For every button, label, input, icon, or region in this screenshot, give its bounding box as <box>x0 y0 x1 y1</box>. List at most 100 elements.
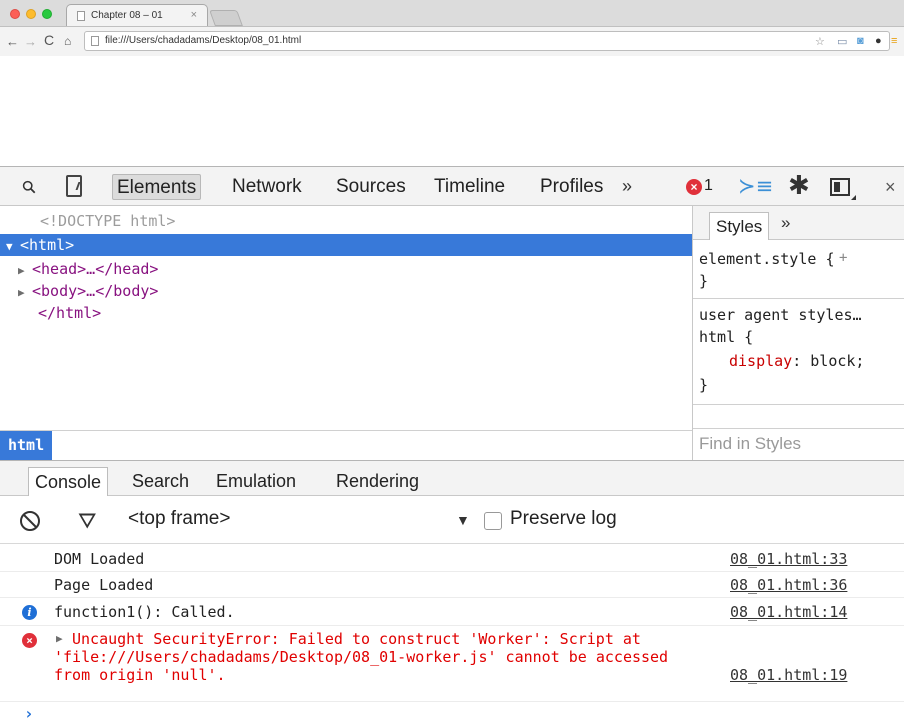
filter-icon[interactable]: ⛛ <box>78 509 96 534</box>
menu-icon[interactable]: ≡ <box>891 35 897 47</box>
tab-network[interactable]: Network <box>228 174 306 200</box>
error-count[interactable]: 1 <box>704 177 713 195</box>
brace-open: { <box>825 250 835 268</box>
page-icon <box>91 36 99 46</box>
home-button[interactable]: ⌂ <box>64 34 71 48</box>
property-name: display <box>729 352 793 370</box>
clear-console-icon[interactable] <box>20 511 40 531</box>
page-icon <box>77 11 85 21</box>
source-link[interactable]: 08_01.html:19 <box>730 666 847 684</box>
source-link[interactable]: 08_01.html:14 <box>730 603 847 621</box>
find-in-styles-input[interactable]: Find in Styles <box>699 434 801 454</box>
console-messages: DOM Loaded 08_01.html:33 Page Loaded 08_… <box>0 544 904 727</box>
info-icon: i <box>22 605 37 620</box>
divider <box>693 428 904 429</box>
sidebar-tabs: Styles » <box>693 206 904 240</box>
console-prompt-icon[interactable]: › <box>24 704 34 723</box>
dom-tag: <body>…</body> <box>32 282 159 300</box>
drawer-tabs: Console Search Emulation Rendering <box>0 460 904 496</box>
window-minimize-button[interactable] <box>26 9 36 19</box>
tab-console[interactable]: Console <box>28 467 109 496</box>
inspect-search-icon[interactable] <box>18 176 40 198</box>
window-close-button[interactable] <box>10 9 20 19</box>
divider <box>693 298 904 299</box>
tab-sources[interactable]: Sources <box>332 174 410 200</box>
brace-close: } <box>699 272 709 290</box>
preserve-log-checkbox[interactable] <box>484 512 502 530</box>
element-style-selector: element.style <box>699 250 817 268</box>
expand-triangle-icon[interactable]: ▶ <box>56 632 63 645</box>
devtools-toolbar: Elements Network Sources Timeline Profil… <box>0 166 904 206</box>
page-viewport <box>0 56 904 166</box>
new-style-rule-button[interactable]: + <box>839 250 847 266</box>
dom-node-html[interactable]: ▼ <html> <box>0 234 692 256</box>
browser-toolbar: ← → C ⌂ file:///Users/chadadams/Desktop/… <box>0 26 904 56</box>
dom-tag: </html> <box>38 304 102 322</box>
tab-styles[interactable]: Styles <box>709 212 770 240</box>
user-agent-label: user agent styles… <box>699 306 862 324</box>
device-mode-icon[interactable] <box>66 175 82 197</box>
message-text: function1(): Called. <box>54 603 235 621</box>
message-text: Page Loaded <box>54 576 154 594</box>
expand-triangle-icon[interactable]: ▶ <box>18 282 32 304</box>
dock-side-icon[interactable] <box>830 178 856 200</box>
dom-node-doctype[interactable]: <!DOCTYPE html> <box>0 210 692 232</box>
element-style-rule[interactable]: element.style { <box>699 250 834 268</box>
tab-close-icon[interactable]: × <box>191 9 197 21</box>
tab-emulation[interactable]: Emulation <box>210 467 302 496</box>
error-text-line: Uncaught SecurityError: Failed to constr… <box>72 630 641 648</box>
extension-icon[interactable]: ◙ <box>857 35 864 47</box>
property-value: : block; <box>792 352 865 370</box>
elements-tree: <!DOCTYPE html> ▼ <html> ▶ <head>…</head> … <box>0 206 692 430</box>
browser-tab[interactable]: Chapter 08 – 01 × <box>66 4 208 26</box>
more-tabs-icon[interactable]: » <box>781 213 790 233</box>
console-error-message: × ▶ Uncaught SecurityError: Failed to co… <box>0 626 904 702</box>
tab-elements[interactable]: Elements <box>112 174 202 200</box>
error-text-line: from origin 'null'. <box>54 666 226 684</box>
dom-tag: <head>…</head> <box>32 260 159 278</box>
frame-select[interactable]: <top frame> <box>128 508 230 530</box>
preserve-log-label[interactable]: Preserve log <box>510 508 617 530</box>
url-text[interactable]: file:///Users/chadadams/Desktop/08_01.ht… <box>105 35 301 46</box>
console-message: DOM Loaded 08_01.html:33 <box>0 546 904 572</box>
tab-timeline[interactable]: Timeline <box>430 174 509 200</box>
rule-selector[interactable]: html { <box>699 328 753 346</box>
styles-sidebar: Styles » element.style { + } user agent … <box>692 206 904 460</box>
bookmark-star-icon[interactable]: ☆ <box>815 35 825 48</box>
extension-icon[interactable]: ▭ <box>837 35 847 48</box>
style-property[interactable]: display: block; <box>729 352 864 370</box>
collapse-triangle-icon[interactable]: ▼ <box>6 236 20 258</box>
error-text-line: 'file:///Users/chadadams/Desktop/08_01-w… <box>54 648 669 666</box>
chevron-down-icon[interactable]: ▼ <box>456 512 470 528</box>
console-message: Page Loaded 08_01.html:36 <box>0 572 904 598</box>
back-button[interactable]: ← <box>6 34 19 49</box>
console-message: i function1(): Called. 08_01.html:14 <box>0 598 904 626</box>
dom-node-body[interactable]: ▶ <body>…</body> <box>0 280 692 302</box>
expand-triangle-icon[interactable]: ▶ <box>18 260 32 282</box>
tab-title: Chapter 08 – 01 <box>91 10 163 21</box>
message-text: DOM Loaded <box>54 550 145 568</box>
source-link[interactable]: 08_01.html:36 <box>730 576 847 594</box>
tab-profiles[interactable]: Profiles <box>536 174 607 200</box>
source-link[interactable]: 08_01.html:33 <box>730 550 847 568</box>
reload-button[interactable]: C <box>44 32 54 48</box>
extension-icon[interactable]: ● <box>875 35 882 47</box>
breadcrumb: html <box>0 430 692 460</box>
console-toolbar: ⛛ <top frame> ▼ Preserve log <box>0 496 904 544</box>
dom-node-head[interactable]: ▶ <head>…</head> <box>0 258 692 280</box>
gear-icon[interactable]: ✱ <box>788 171 810 201</box>
dom-tag: <html> <box>20 236 75 254</box>
browser-chrome: Chapter 08 – 01 × ← → C ⌂ file:///Users/… <box>0 0 904 56</box>
console-drawer-icon[interactable]: ≻≡ <box>738 174 773 198</box>
tab-search[interactable]: Search <box>126 467 195 496</box>
address-bar[interactable]: file:///Users/chadadams/Desktop/08_01.ht… <box>84 31 897 51</box>
error-icon[interactable]: × <box>686 179 702 195</box>
new-tab-button[interactable] <box>209 10 243 26</box>
dom-node-html-close[interactable]: </html> <box>0 302 692 324</box>
window-maximize-button[interactable] <box>42 9 52 19</box>
forward-button[interactable]: → <box>24 34 37 49</box>
tab-rendering[interactable]: Rendering <box>330 467 425 496</box>
more-tabs-icon[interactable]: » <box>622 176 632 197</box>
breadcrumb-item-html[interactable]: html <box>0 431 53 460</box>
close-icon[interactable]: × <box>885 177 896 198</box>
